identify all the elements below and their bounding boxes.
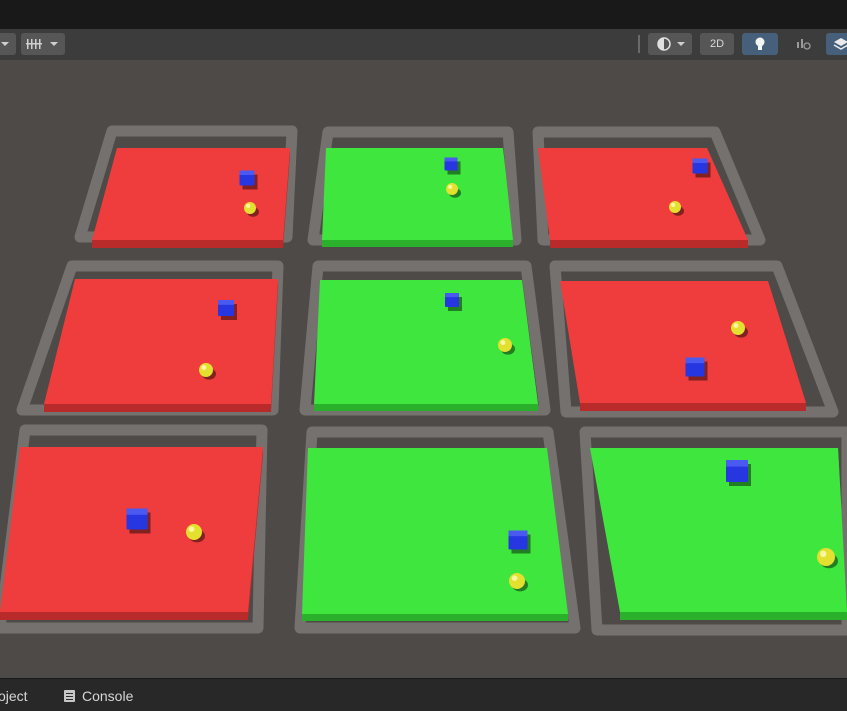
- agent-cube-top-6: [685, 357, 705, 364]
- target-ball-highlight-1: [246, 203, 251, 208]
- target-ball-6[interactable]: [731, 321, 745, 335]
- target-ball-highlight-7: [188, 526, 195, 532]
- target-ball-7[interactable]: [186, 524, 202, 540]
- floor-edge-5: [314, 404, 538, 411]
- 2d-mode-button[interactable]: 2D: [700, 33, 734, 55]
- lighting-icon: [755, 37, 765, 50]
- target-ball-3[interactable]: [669, 201, 681, 213]
- floor-red-4[interactable]: [44, 279, 278, 404]
- tab-console[interactable]: Console: [64, 685, 133, 707]
- shading-mode-button[interactable]: [648, 33, 692, 55]
- floor-edge-9: [620, 612, 847, 620]
- agent-cube-top-3: [692, 158, 708, 163]
- audio-effects-button[interactable]: [786, 33, 820, 55]
- scene-toolbar: 2D: [0, 29, 847, 61]
- floor-red-1[interactable]: [92, 148, 290, 240]
- target-ball-highlight-9: [820, 550, 827, 557]
- scene-viewport[interactable]: [0, 60, 847, 678]
- floor-green-8[interactable]: [302, 448, 568, 614]
- target-ball-highlight-6: [733, 323, 739, 328]
- agent-cube-top-8: [508, 530, 528, 537]
- floor-green-9[interactable]: [590, 448, 847, 612]
- console-icon: [64, 690, 75, 702]
- agent-cube-top-2: [444, 157, 458, 162]
- bottom-panel-tabs: oject Console: [0, 678, 847, 711]
- floor-edge-1: [92, 240, 283, 248]
- scene-lighting-button[interactable]: [742, 33, 778, 55]
- floor-edge-6: [580, 403, 806, 411]
- target-ball-highlight-4: [201, 365, 207, 370]
- target-ball-9[interactable]: [817, 548, 835, 566]
- tab-project-label: oject: [0, 688, 28, 704]
- target-ball-highlight-8: [511, 575, 518, 581]
- floor-edge-4: [44, 404, 271, 412]
- target-ball-8[interactable]: [509, 573, 525, 589]
- shading-mode-icon: [657, 37, 685, 51]
- target-ball-highlight-5: [500, 340, 506, 345]
- chevron-down-icon: [1, 42, 9, 46]
- floor-red-6[interactable]: [560, 281, 806, 403]
- editor-title-strip: [0, 0, 847, 30]
- toolbar-separator: [638, 35, 640, 53]
- agent-cube-top-7: [126, 508, 148, 515]
- target-ball-1[interactable]: [244, 202, 256, 214]
- floor-edge-7: [0, 612, 248, 620]
- agent-cube-top-9: [726, 460, 748, 467]
- tab-console-label: Console: [82, 688, 134, 704]
- agent-cube-top-5: [445, 293, 459, 298]
- gizmo-toggle-button[interactable]: [21, 33, 65, 55]
- target-ball-2[interactable]: [446, 183, 458, 195]
- agent-cube-top-1: [239, 170, 255, 175]
- floor-red-3[interactable]: [538, 148, 748, 240]
- floor-green-2[interactable]: [322, 148, 513, 240]
- layers-icon: [833, 38, 847, 50]
- tab-project[interactable]: oject: [0, 685, 28, 707]
- layers-button[interactable]: [826, 33, 847, 55]
- audio-effects-icon: [797, 39, 811, 50]
- target-ball-5[interactable]: [498, 338, 512, 352]
- floor-edge-3: [550, 240, 748, 248]
- target-ball-highlight-3: [671, 202, 676, 207]
- scene-canvas[interactable]: [0, 60, 847, 678]
- dropdown-arrow-button[interactable]: [0, 33, 16, 55]
- target-ball-highlight-2: [448, 184, 453, 189]
- agent-cube-top-4: [218, 300, 234, 305]
- gizmo-grid-icon: [26, 39, 58, 49]
- floor-edge-2: [322, 240, 513, 247]
- target-ball-4[interactable]: [199, 363, 213, 377]
- floor-edge-8: [302, 614, 568, 621]
